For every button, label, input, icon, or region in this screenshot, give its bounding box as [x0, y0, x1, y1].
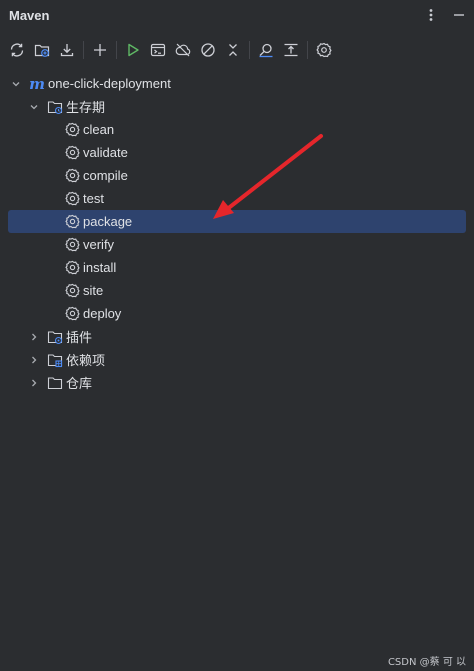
add-project-folder-icon: [34, 44, 50, 57]
gear-icon: [64, 191, 80, 207]
tree-item-goal-verify[interactable]: verify: [0, 233, 474, 256]
plugins-label: 插件: [66, 330, 93, 345]
tree-item-goal-test[interactable]: test: [0, 187, 474, 210]
toolbar-separator: [249, 41, 250, 59]
toggle-diagram-button[interactable]: [280, 39, 302, 61]
gear-icon: [64, 260, 80, 276]
tree-item-plugins[interactable]: 插件: [0, 325, 474, 348]
maven-logo-icon: m: [29, 76, 45, 92]
analyze-icon: [259, 43, 273, 58]
align-icon: [284, 43, 298, 57]
maven-toolbar: [0, 36, 474, 64]
goal-label: deploy: [83, 306, 122, 321]
add-button[interactable]: [89, 39, 111, 61]
show-dependencies-button[interactable]: [255, 39, 277, 61]
toolbar-separator: [83, 41, 84, 59]
tree-item-goal-package[interactable]: package: [8, 210, 466, 233]
collapse-icon: [229, 44, 237, 56]
add-maven-project-button[interactable]: [31, 39, 53, 61]
tree-item-goal-validate[interactable]: validate: [0, 141, 474, 164]
run-maven-build-button[interactable]: [122, 39, 144, 61]
skip-tests-button[interactable]: [197, 39, 219, 61]
gear-icon: [64, 237, 80, 253]
chevron-down-icon[interactable]: [9, 77, 23, 91]
gear-icon: [64, 306, 80, 322]
tree-item-goal-deploy[interactable]: deploy: [0, 302, 474, 325]
tree-item-goal-site[interactable]: site: [0, 279, 474, 302]
lifecycle-label: 生存期: [66, 100, 106, 115]
gear-icon: [316, 42, 332, 58]
toolbar-separator: [307, 41, 308, 59]
download-icon: [60, 44, 74, 57]
toggle-offline-mode-button[interactable]: [172, 39, 194, 61]
chevron-right-icon[interactable]: [27, 376, 41, 390]
goal-label: package: [83, 214, 133, 229]
tree-item-dependencies[interactable]: 依赖项: [0, 348, 474, 371]
goal-label: validate: [83, 145, 128, 160]
reload-all-projects-button[interactable]: [6, 39, 28, 61]
terminal-icon: [150, 43, 166, 57]
dependencies-folder-icon: [47, 352, 63, 368]
download-sources-button[interactable]: [56, 39, 78, 61]
goal-label: verify: [83, 237, 115, 252]
maven-logo-letter: m: [29, 74, 45, 93]
gear-icon: [64, 168, 80, 184]
gear-icon: [64, 214, 80, 230]
minimize-icon[interactable]: [452, 8, 466, 22]
repositories-label: 仓库: [66, 376, 93, 391]
goal-label: compile: [83, 168, 128, 183]
toolbar-separator: [116, 41, 117, 59]
reload-icon: [10, 43, 24, 57]
lifecycle-folder-icon: [47, 99, 63, 115]
maven-project-tree: m one-click-deployment 生存期 clean validat…: [0, 72, 474, 394]
no-entry-icon: [201, 43, 215, 57]
header-actions: [424, 8, 466, 22]
chevron-down-icon[interactable]: [27, 100, 41, 114]
panel-header: Maven: [0, 0, 474, 30]
watermark: CSDN @蔡 可 以: [387, 657, 466, 668]
settings-button[interactable]: [313, 39, 335, 61]
collapse-all-button[interactable]: [222, 39, 244, 61]
dependencies-label: 依赖项: [66, 353, 106, 368]
chevron-right-icon[interactable]: [27, 353, 41, 367]
tree-item-goal-install[interactable]: install: [0, 256, 474, 279]
tree-item-goal-clean[interactable]: clean: [0, 118, 474, 141]
goal-label: site: [83, 283, 104, 298]
goal-label: clean: [83, 122, 115, 137]
tree-item-repositories[interactable]: 仓库: [0, 371, 474, 394]
tree-item-project[interactable]: m one-click-deployment: [0, 72, 474, 95]
more-vertical-icon[interactable]: [424, 8, 438, 22]
play-icon: [128, 43, 139, 57]
tree-item-goal-compile[interactable]: compile: [0, 164, 474, 187]
project-label: one-click-deployment: [48, 76, 171, 91]
goal-label: test: [83, 191, 104, 206]
goal-label: install: [83, 260, 117, 275]
gear-icon: [64, 122, 80, 138]
execute-maven-goal-button[interactable]: [147, 39, 169, 61]
tree-item-lifecycle[interactable]: 生存期: [0, 95, 474, 118]
panel-title: Maven: [9, 7, 50, 23]
plugins-folder-icon: [47, 329, 63, 345]
repositories-folder-icon: [47, 375, 63, 391]
cloud-off-icon: [175, 43, 191, 57]
gear-icon: [64, 145, 80, 161]
plus-icon: [94, 44, 106, 56]
chevron-right-icon[interactable]: [27, 330, 41, 344]
gear-icon: [64, 283, 80, 299]
